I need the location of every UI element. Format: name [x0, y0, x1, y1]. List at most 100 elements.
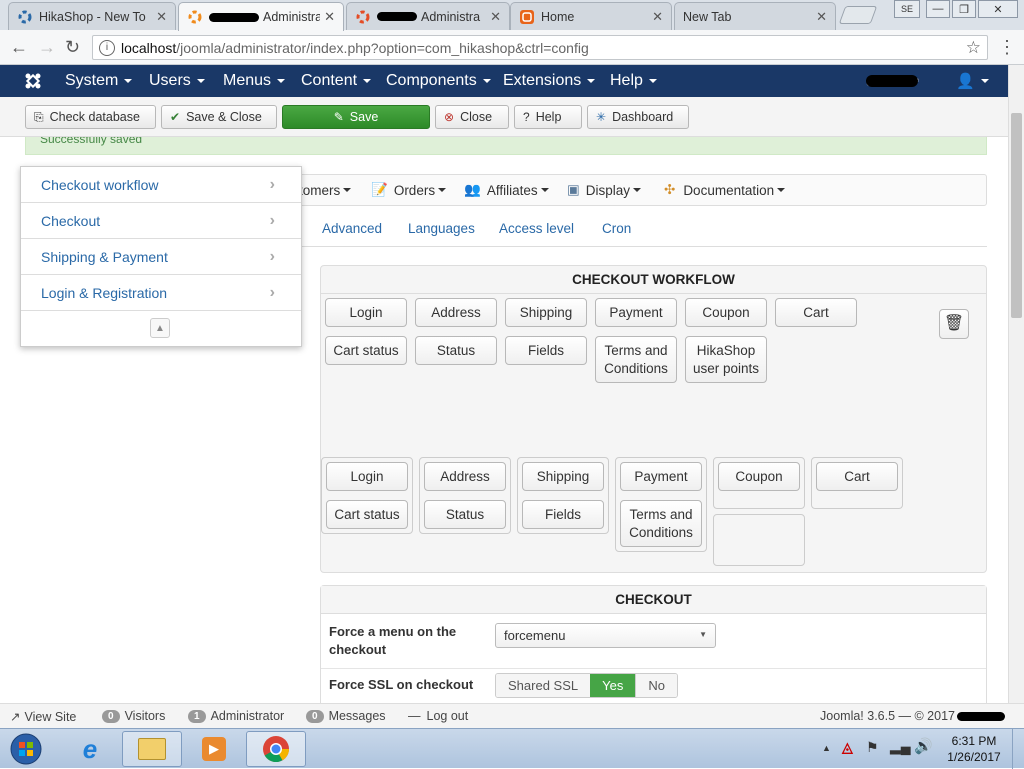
dropdown-item-login-registration[interactable]: Login & Registration › [21, 275, 301, 311]
menu-components[interactable]: Components [386, 65, 491, 97]
restore-icon[interactable]: ❐ [952, 0, 976, 18]
logout-link[interactable]: — Log out [408, 709, 468, 723]
workflow-step-3[interactable]: Shipping Fields [517, 457, 609, 534]
force-ssl-toggle[interactable]: Shared SSL Yes No [495, 673, 678, 698]
url-input[interactable]: i localhost/joomla/administrator/index.p… [92, 35, 988, 60]
tray-expand-icon[interactable]: ▲ [822, 743, 831, 753]
minimize-icon[interactable]: — [926, 0, 950, 18]
pool-item-cart[interactable]: Cart [775, 298, 857, 327]
tab-languages[interactable]: Languages [408, 221, 475, 236]
media-player-icon[interactable]: ▶ [184, 731, 244, 767]
scrollbar-thumb[interactable] [1011, 113, 1022, 318]
pool-item-coupon[interactable]: Coupon [685, 298, 767, 327]
dropdown-item-shipping-payment[interactable]: Shipping & Payment › [21, 239, 301, 275]
close-button[interactable]: ⊗ Close [435, 105, 509, 129]
dropdown-item-checkout[interactable]: Checkout › [21, 203, 301, 239]
step-item-status[interactable]: Status [424, 500, 506, 529]
pool-item-shipping[interactable]: Shipping [505, 298, 587, 327]
step-item-cart[interactable]: Cart [816, 462, 898, 491]
menu-help[interactable]: Help [610, 65, 657, 97]
messages-status[interactable]: 0 Messages [306, 709, 386, 723]
antivirus-tray-icon[interactable]: ◬ [842, 739, 853, 756]
page-scrollbar[interactable] [1008, 65, 1024, 703]
pool-item-user-points[interactable]: HikaShop user points [685, 336, 767, 383]
show-desktop-button[interactable] [1012, 729, 1024, 769]
trash-icon[interactable]: 🗑 [939, 309, 969, 339]
menu-system[interactable]: System [65, 65, 133, 97]
dashboard-button[interactable]: ✳ Dashboard [587, 105, 689, 129]
help-button[interactable]: ? Help [514, 105, 582, 129]
back-arrow-icon[interactable]: ← [10, 37, 28, 58]
menu-display[interactable]: ▣ Display [567, 175, 642, 205]
administrator-status[interactable]: 1 Administrator [188, 709, 284, 723]
dropdown-item-checkout-workflow[interactable]: Checkout workflow › [21, 167, 301, 203]
ssl-option-shared[interactable]: Shared SSL [496, 674, 591, 697]
pool-item-fields[interactable]: Fields [505, 336, 587, 365]
browser-tab-admin-active[interactable]: Administra ✕ [178, 2, 344, 31]
action-center-flag-icon[interactable]: ⚑ [866, 739, 879, 756]
bookmark-star-icon[interactable]: ☆ [966, 38, 981, 58]
new-step-dropzone[interactable] [713, 514, 805, 566]
step-item-payment[interactable]: Payment [620, 462, 702, 491]
browser-tab-new[interactable]: New Tab ✕ [674, 2, 836, 30]
pool-item-terms[interactable]: Terms and Conditions [595, 336, 677, 383]
force-menu-select[interactable]: forcemenu ▼ [495, 623, 716, 648]
menu-orders[interactable]: 📝 Orders [371, 175, 447, 205]
step-item-terms[interactable]: Terms and Conditions [620, 500, 702, 547]
forward-arrow-icon[interactable]: → [38, 37, 56, 58]
step-item-fields[interactable]: Fields [522, 500, 604, 529]
collapse-up-icon[interactable]: ▲ [150, 318, 170, 338]
workflow-step-6[interactable]: Cart [811, 457, 903, 509]
close-tab-icon[interactable]: ✕ [324, 9, 335, 25]
menu-documentation[interactable]: ✣ Documentation [664, 175, 786, 205]
system-clock[interactable]: 6:31 PM 1/26/2017 [940, 733, 1008, 765]
chrome-menu-icon[interactable]: ⋮ [998, 37, 1016, 58]
tab-cron[interactable]: Cron [602, 221, 631, 236]
save-button[interactable]: ✎ Save [282, 105, 430, 129]
pool-item-address[interactable]: Address [415, 298, 497, 327]
view-site-link[interactable]: ↗ View Site [10, 709, 76, 725]
browser-tab-admin-2[interactable]: Administra ✕ [346, 2, 510, 30]
reload-icon[interactable]: ↻ [65, 37, 80, 58]
tab-advanced[interactable]: Advanced [322, 221, 382, 236]
pool-item-cart-status[interactable]: Cart status [325, 336, 407, 365]
close-tab-icon[interactable]: ✕ [156, 9, 167, 25]
pool-item-payment[interactable]: Payment [595, 298, 677, 327]
menu-content[interactable]: Content [301, 65, 372, 97]
joomla-logo-icon[interactable] [24, 65, 42, 97]
network-signal-icon[interactable]: ▂▄ [890, 738, 911, 755]
step-item-coupon[interactable]: Coupon [718, 462, 800, 491]
workflow-step-2[interactable]: Address Status [419, 457, 511, 534]
step-item-login[interactable]: Login [326, 462, 408, 491]
ssl-option-yes[interactable]: Yes [590, 674, 636, 697]
menu-extensions[interactable]: Extensions [503, 65, 596, 97]
user-menu[interactable]: 👤 [956, 65, 989, 97]
close-tab-icon[interactable]: ✕ [816, 9, 827, 25]
step-item-shipping[interactable]: Shipping [522, 462, 604, 491]
profile-badge[interactable]: SE [894, 0, 920, 18]
ssl-option-no[interactable]: No [635, 674, 677, 697]
pool-item-login[interactable]: Login [325, 298, 407, 327]
tab-access-level[interactable]: Access level [499, 221, 574, 236]
menu-affiliates[interactable]: 👥 Affiliates [464, 175, 549, 205]
menu-menus[interactable]: Menus [223, 65, 286, 97]
menu-customers[interactable]: tomers [299, 175, 352, 205]
step-item-cart-status[interactable]: Cart status [326, 500, 408, 529]
browser-tab-home[interactable]: Home ✕ [510, 2, 672, 30]
workflow-step-1[interactable]: Login Cart status [321, 457, 413, 534]
menu-users[interactable]: Users [149, 65, 205, 97]
chrome-icon[interactable] [246, 731, 306, 767]
step-item-address[interactable]: Address [424, 462, 506, 491]
new-tab-button[interactable] [838, 6, 878, 24]
workflow-step-5[interactable]: Coupon [713, 457, 805, 509]
close-tab-icon[interactable]: ✕ [652, 9, 663, 25]
site-link[interactable]: ormark↗ [866, 65, 920, 97]
start-button[interactable] [4, 731, 48, 767]
internet-explorer-icon[interactable]: e [60, 731, 120, 767]
info-icon[interactable]: i [99, 39, 115, 56]
close-tab-icon[interactable]: ✕ [490, 9, 501, 25]
check-database-button[interactable]: ⎘ Check database [25, 105, 156, 129]
volume-icon[interactable]: 🔊 [914, 737, 933, 755]
browser-tab-hikashop[interactable]: HikaShop - New To ✕ [8, 2, 176, 30]
pool-item-status[interactable]: Status [415, 336, 497, 365]
